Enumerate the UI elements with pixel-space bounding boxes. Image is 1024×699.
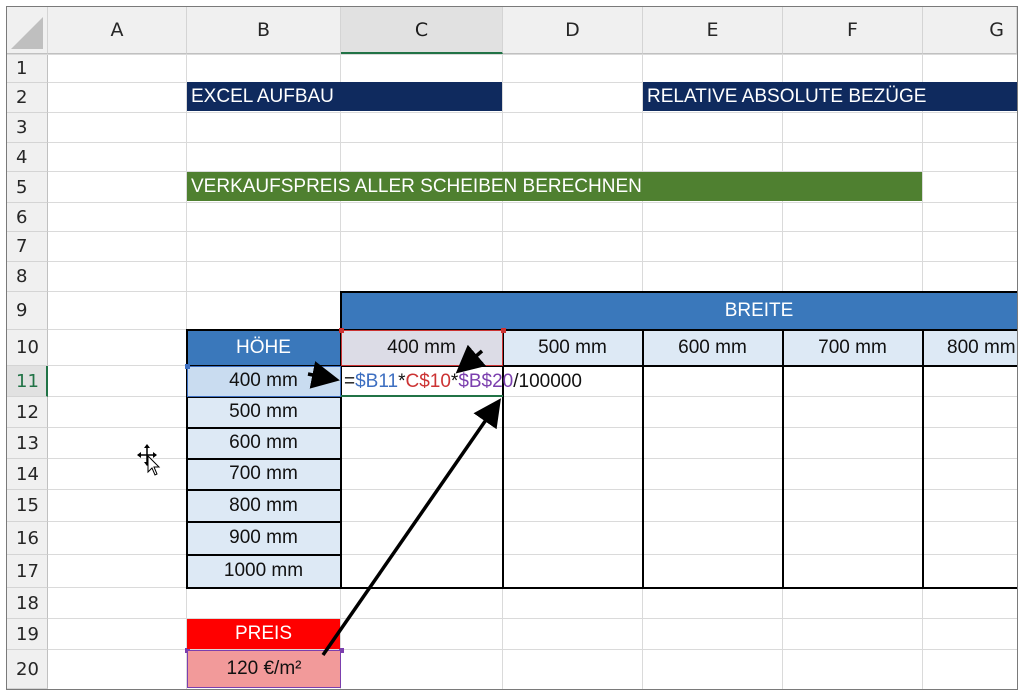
annotation-arrow-icon xyxy=(321,398,501,656)
spreadsheet-grid[interactable]: EXCEL AUFBAU RELATIVE ABSOLUTE BEZÜGE VE… xyxy=(6,6,1018,690)
annotation-arrows xyxy=(307,344,501,656)
move-cursor-icon xyxy=(137,444,161,476)
annotation-arrow-icon xyxy=(307,361,340,389)
annotation-arrow-icon xyxy=(455,344,487,374)
